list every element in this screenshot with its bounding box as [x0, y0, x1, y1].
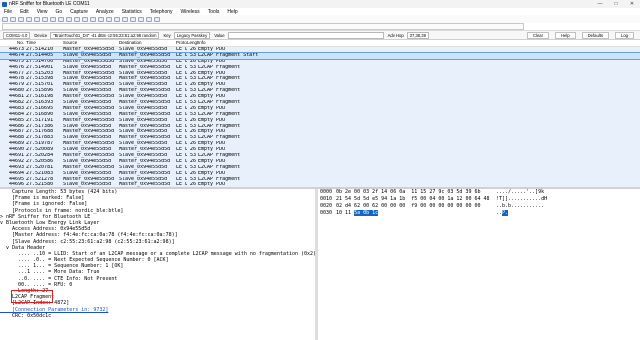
display-filter-input[interactable] [2, 23, 524, 30]
hex-bytes[interactable]: 21 54 5d 5d e5 94 1a 1b f5 00 04 00 1a 1… [336, 196, 492, 203]
hex-bytes[interactable]: 10 11 5a 0b 1c [336, 210, 492, 217]
menu-item[interactable]: Statistics [118, 9, 146, 15]
reload-icon[interactable] [58, 16, 64, 22]
close-icon[interactable]: ✕ [624, 1, 640, 7]
log-button[interactable]: Log [615, 31, 634, 39]
hex-ascii-highlight: P. [502, 210, 509, 216]
menu-item[interactable]: View [33, 9, 52, 15]
hex-ascii-text: ..../.....'..]9k [496, 189, 545, 195]
hex-line: 0030 10 11 5a 0b 1c ..P. [320, 210, 640, 217]
hex-ascii[interactable]: !T]]...........dH [496, 196, 547, 203]
nrf-sniffer-toolbar: COM11-4.0 Device "BrainTouch01_D4" -41 d… [0, 31, 640, 40]
forward-icon[interactable] [82, 16, 88, 22]
menu-item[interactable]: Edit [16, 9, 33, 15]
menu-item[interactable]: Go [51, 9, 66, 15]
hex-bytes-highlight: 5a 0b 1c [354, 210, 379, 216]
hex-bytes-text: 21 54 5d 5d e5 94 1a 1b f5 00 04 00 1a 1… [336, 196, 490, 202]
interface-select[interactable]: COM11-4.0 [3, 31, 31, 39]
help-button[interactable]: Help [555, 31, 576, 39]
zoom-in-icon[interactable] [130, 16, 136, 22]
column-header-info[interactable]: Info [198, 40, 628, 46]
hex-bytes-text: 10 11 [336, 210, 355, 216]
hex-ascii[interactable]: ..P. [496, 210, 509, 217]
zoom-out-icon[interactable] [138, 16, 144, 22]
hex-offset: 0010 [320, 196, 333, 202]
hex-bytes-text: 0b 2e 00 03 2f 14 06 0a 11 15 27 9c 03 5… [336, 189, 481, 195]
detail-line[interactable]: CRC: 0x50dc1c [0, 313, 315, 319]
menu-bar: File Edit View Go Capture Analyze Statistics Te… [0, 8, 640, 15]
last-icon[interactable] [106, 16, 112, 22]
column-header-source[interactable]: Source [63, 40, 119, 46]
display-filter-bar [0, 23, 640, 31]
hex-offset: 0000 [320, 189, 333, 195]
column-header-length[interactable]: Length [187, 40, 198, 46]
hex-ascii-text: ..b.b........... [496, 203, 545, 209]
device-label: Device [34, 32, 48, 38]
defaults-button[interactable]: Defaults [581, 31, 609, 39]
hex-bytes-text: 02 d4 62 00 62 00 00 00 f9 00 00 00 00 0… [336, 203, 481, 209]
value-label: Value [214, 32, 225, 38]
minimize-icon[interactable]: — [592, 1, 608, 7]
find-icon[interactable] [66, 16, 72, 22]
hex-ascii[interactable]: ..../.....'..]9k [496, 189, 544, 196]
column-header-no[interactable]: No. [0, 40, 26, 46]
clear-button[interactable]: Clear [526, 31, 549, 39]
device-select[interactable]: "BrainTouch01_D4" -41 dBm c2:55:23:61:a2… [50, 31, 160, 39]
menu-item[interactable]: Help [223, 9, 241, 15]
packet-list: No. Time Source Destination Protocol Len… [0, 40, 640, 187]
hex-offset: 0020 [320, 203, 333, 209]
menu-item[interactable]: Wireless [177, 9, 204, 15]
packet-rows: 44673 27.514210 Master_0x94e55d5d Slave_0x9… [0, 47, 640, 187]
nrf-buttons: Clear Help Defaults Log [526, 31, 640, 39]
colorize-icon[interactable] [122, 16, 128, 22]
title-bar: nRF Sniffer for Bluetooth LE COM11 — □ ✕ [0, 0, 640, 8]
autoscroll-icon[interactable] [114, 16, 120, 22]
restart-icon[interactable] [18, 16, 24, 22]
hex-line: 0010 21 54 5d 5d e5 94 1a 1b f5 00 04 00 … [320, 196, 640, 203]
adv-hop-input[interactable]: 37,38,39 [406, 31, 429, 39]
column-header-destination[interactable]: Destination [119, 40, 176, 46]
save-icon[interactable] [42, 16, 48, 22]
hex-ascii[interactable]: ..b.b........... [496, 203, 544, 210]
hex-bytes[interactable]: 02 d4 62 00 62 00 00 00 f9 00 00 00 00 0… [336, 203, 492, 210]
packet-bytes: 0000 0b 2e 00 03 2f 14 06 0a 11 15 27 9c … [320, 189, 640, 340]
hex-ascii-text: !T]]...........dH [496, 196, 548, 202]
hex-line: 0000 0b 2e 00 03 2f 14 06 0a 11 15 27 9c … [320, 189, 640, 196]
menu-item[interactable]: Capture [66, 9, 92, 15]
annotation-box [11, 289, 53, 303]
menu-item[interactable]: Telephony [146, 9, 177, 15]
window-controls: — □ ✕ [592, 1, 640, 7]
zoom-reset-icon[interactable] [146, 16, 152, 22]
close-file-icon[interactable] [50, 16, 56, 22]
menu-item[interactable]: Analyze [92, 9, 118, 15]
column-header-time[interactable]: Time [26, 40, 63, 46]
options-icon[interactable] [26, 16, 32, 22]
resize-columns-icon[interactable] [154, 16, 160, 22]
goto-icon[interactable] [90, 16, 96, 22]
first-icon[interactable] [98, 16, 104, 22]
open-file-icon[interactable] [34, 16, 40, 22]
adv-hop-label: Adv Hop [387, 32, 404, 38]
key-label: Key [163, 32, 171, 38]
key-select[interactable]: Legacy Passkey [173, 31, 211, 39]
value-input[interactable] [227, 31, 384, 39]
back-icon[interactable] [74, 16, 80, 22]
maximize-icon[interactable]: □ [608, 1, 624, 7]
app-icon [2, 1, 7, 7]
hex-offset: 0030 [320, 210, 333, 216]
hex-line: 0020 02 d4 62 00 62 00 00 00 f9 00 00 00 … [320, 203, 640, 210]
packet-details: Capture Length: 53 bytes (424 bits) [Fra… [0, 189, 315, 340]
column-header-protocol[interactable]: Protocol [176, 40, 187, 46]
hex-bytes[interactable]: 0b 2e 00 03 2f 14 06 0a 11 15 27 9c 03 5… [336, 189, 492, 196]
packet-list-header: No. Time Source Destination Protocol Len… [0, 40, 640, 47]
vertical-splitter[interactable] [315, 189, 318, 340]
menu-item[interactable]: File [0, 9, 16, 15]
shark-fin-start-icon[interactable] [2, 16, 8, 22]
window-title: nRF Sniffer for Bluetooth LE COM11 [9, 1, 90, 7]
menu-item[interactable]: Tools [204, 9, 224, 15]
stop-icon[interactable] [10, 16, 16, 22]
